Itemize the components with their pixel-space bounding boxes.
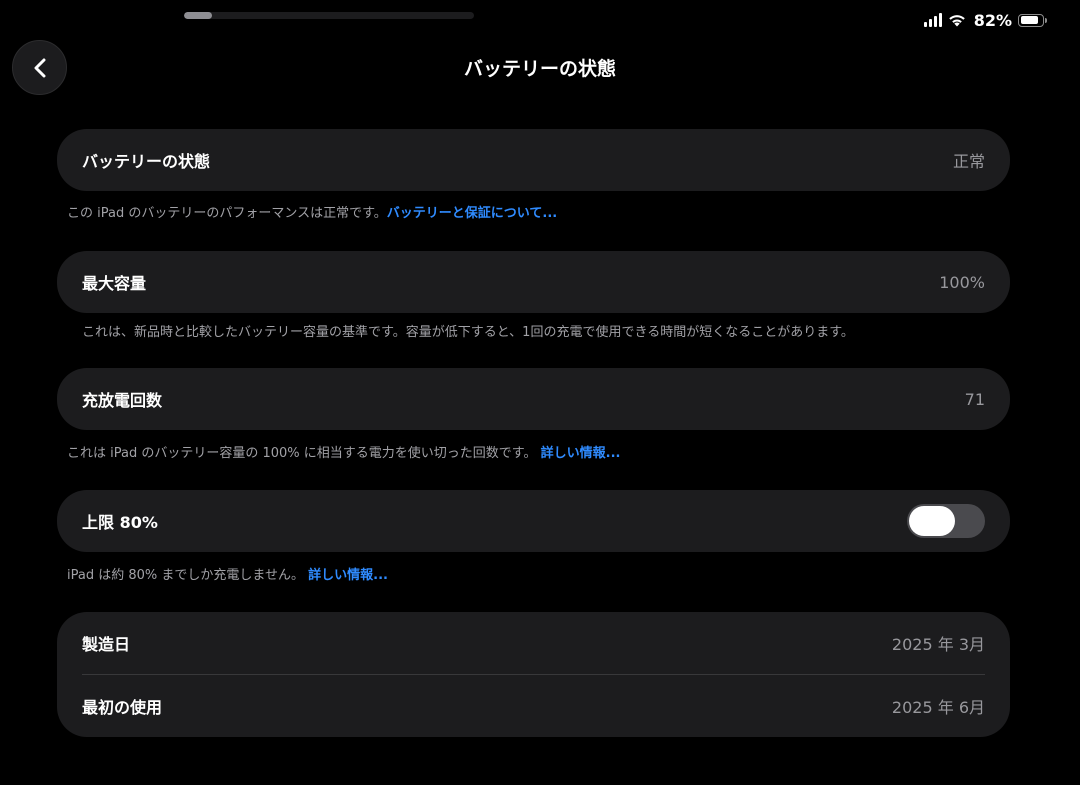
- battery-health-footnote: この iPad のバッテリーのパフォーマンスは正常です。バッテリーと保証について…: [67, 202, 557, 221]
- top-indicator: [184, 12, 474, 19]
- top-indicator-fill: [184, 12, 212, 19]
- max-capacity-label: 最大容量: [82, 274, 147, 293]
- first-use-value: 2025 年 6月: [891, 698, 985, 717]
- battery-warranty-link[interactable]: バッテリーと保証について...: [387, 206, 557, 221]
- toggle-knob: [909, 506, 955, 536]
- page-title: バッテリーの状態: [463, 58, 616, 80]
- battery-health-label: バッテリーの状態: [82, 152, 211, 171]
- status-bar: 82%: [923, 9, 1047, 31]
- limit-80-toggle[interactable]: [907, 504, 985, 538]
- limit-80-row: 上限 80%: [57, 490, 1010, 552]
- max-capacity-footnote: これは、新品時と比較したバッテリー容量の基準です。容量が低下すると、1回の充電で…: [82, 321, 854, 340]
- cycle-count-value: 71: [964, 389, 985, 409]
- battery-icon: [1018, 13, 1047, 27]
- limit-80-label: 上限 80%: [82, 513, 158, 532]
- battery-health-note: この iPad のバッテリーのパフォーマンスは正常です。: [67, 206, 387, 221]
- first-use-label: 最初の使用: [82, 698, 163, 717]
- cellular-signal-icon: [923, 13, 942, 27]
- cycle-count-label: 充放電回数: [82, 391, 163, 410]
- cycle-count-row: 充放電回数 71: [57, 368, 1010, 430]
- battery-health-row: バッテリーの状態 正常: [57, 129, 1010, 191]
- limit-80-more-info-link[interactable]: 詳しい情報...: [308, 568, 388, 583]
- battery-health-value: 正常: [952, 152, 985, 171]
- limit-80-footnote: iPad は約 80% までしか充電しません。 詳しい情報...: [67, 564, 388, 583]
- cycle-count-note: これは iPad のバッテリー容量の 100% に相当する電力を使い切った回数で…: [67, 446, 537, 461]
- limit-80-note: iPad は約 80% までしか充電しません。: [67, 568, 304, 583]
- manufacture-date-label: 製造日: [82, 635, 131, 654]
- manufacture-date-value: 2025 年 3月: [891, 635, 985, 654]
- max-capacity-note: これは、新品時と比較したバッテリー容量の基準です。容量が低下すると、1回の充電で…: [82, 325, 854, 340]
- battery-level-fill: [1020, 16, 1038, 24]
- max-capacity-value: 100%: [939, 272, 985, 292]
- battery-percent: 82%: [973, 10, 1012, 30]
- cycle-count-footnote: これは iPad のバッテリー容量の 100% に相当する電力を使い切った回数で…: [67, 442, 620, 461]
- max-capacity-row: 最大容量 100%: [57, 251, 1010, 313]
- cycle-count-more-info-link[interactable]: 詳しい情報...: [541, 446, 621, 461]
- dates-group: 製造日 2025 年 3月 最初の使用 2025 年 6月: [57, 612, 1010, 737]
- wifi-icon: [948, 15, 965, 27]
